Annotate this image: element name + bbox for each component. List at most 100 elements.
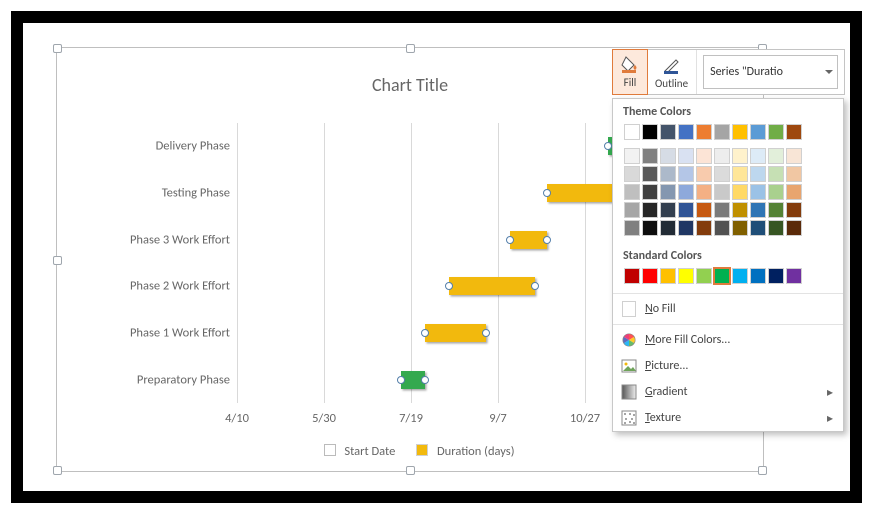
color-swatch[interactable] <box>714 184 730 200</box>
series-selection-handle[interactable] <box>506 236 514 244</box>
series-selection-handle[interactable] <box>543 189 551 197</box>
color-swatch[interactable] <box>624 202 640 218</box>
color-swatch[interactable] <box>732 202 748 218</box>
series-selection-handle[interactable] <box>445 282 453 290</box>
color-swatch[interactable] <box>714 268 730 284</box>
color-swatch[interactable] <box>714 202 730 218</box>
color-swatch[interactable] <box>786 184 802 200</box>
series-selection-handle[interactable] <box>397 376 405 384</box>
fill-button[interactable]: Fill <box>612 49 648 95</box>
color-swatch[interactable] <box>678 220 694 236</box>
more-fill-colors-menuitem[interactable]: More Fill Colors... <box>613 327 843 353</box>
color-swatch[interactable] <box>624 124 640 140</box>
color-swatch[interactable] <box>786 220 802 236</box>
color-swatch[interactable] <box>624 268 640 284</box>
series-selection-handle[interactable] <box>421 376 429 384</box>
resize-handle[interactable] <box>406 44 415 53</box>
color-swatch[interactable] <box>696 268 712 284</box>
color-swatch[interactable] <box>642 166 658 182</box>
series-selection-handle[interactable] <box>543 236 551 244</box>
color-swatch[interactable] <box>786 268 802 284</box>
color-swatch[interactable] <box>732 166 748 182</box>
color-swatch[interactable] <box>750 124 766 140</box>
color-swatch[interactable] <box>660 184 676 200</box>
color-swatch[interactable] <box>678 148 694 164</box>
series-selection-handle[interactable] <box>531 282 539 290</box>
color-swatch[interactable] <box>696 166 712 182</box>
color-swatch[interactable] <box>714 148 730 164</box>
data-bar[interactable] <box>510 231 547 249</box>
color-swatch[interactable] <box>786 202 802 218</box>
series-selection-handle[interactable] <box>482 329 490 337</box>
color-swatch[interactable] <box>660 220 676 236</box>
color-swatch[interactable] <box>750 220 766 236</box>
color-swatch[interactable] <box>696 124 712 140</box>
picture-fill-menuitem[interactable]: Picture... <box>613 353 843 379</box>
color-swatch[interactable] <box>678 184 694 200</box>
color-swatch[interactable] <box>660 202 676 218</box>
color-swatch[interactable] <box>768 220 784 236</box>
color-swatch[interactable] <box>678 268 694 284</box>
color-swatch[interactable] <box>768 166 784 182</box>
color-swatch[interactable] <box>696 220 712 236</box>
resize-handle[interactable] <box>53 256 62 265</box>
outline-button[interactable]: Outline <box>647 50 697 94</box>
color-swatch[interactable] <box>714 124 730 140</box>
color-swatch[interactable] <box>768 148 784 164</box>
color-swatch[interactable] <box>732 184 748 200</box>
color-swatch[interactable] <box>642 220 658 236</box>
color-swatch[interactable] <box>732 148 748 164</box>
color-swatch[interactable] <box>696 148 712 164</box>
color-swatch[interactable] <box>750 202 766 218</box>
series-selection-handle[interactable] <box>421 329 429 337</box>
no-fill-menuitem[interactable]: No Fill <box>613 296 843 322</box>
color-swatch[interactable] <box>768 268 784 284</box>
color-swatch[interactable] <box>750 184 766 200</box>
color-swatch[interactable] <box>732 268 748 284</box>
chart-legend[interactable]: Start Date Duration (days) <box>57 444 763 459</box>
color-swatch[interactable] <box>768 124 784 140</box>
data-bar[interactable] <box>547 184 620 202</box>
color-swatch[interactable] <box>624 220 640 236</box>
color-swatch[interactable] <box>642 184 658 200</box>
resize-handle[interactable] <box>758 466 767 475</box>
color-swatch[interactable] <box>642 148 658 164</box>
color-swatch[interactable] <box>642 268 658 284</box>
chart-element-selector[interactable]: Series "Duratio <box>703 55 838 89</box>
color-swatch[interactable] <box>750 148 766 164</box>
color-swatch[interactable] <box>714 166 730 182</box>
color-swatch[interactable] <box>678 202 694 218</box>
color-swatch[interactable] <box>642 124 658 140</box>
color-swatch[interactable] <box>732 124 748 140</box>
resize-handle[interactable] <box>53 44 62 53</box>
color-swatch[interactable] <box>660 166 676 182</box>
color-swatch[interactable] <box>768 202 784 218</box>
color-swatch[interactable] <box>660 268 676 284</box>
color-swatch[interactable] <box>696 184 712 200</box>
color-swatch[interactable] <box>642 202 658 218</box>
gradient-fill-menuitem[interactable]: Gradient ▸ <box>613 379 843 405</box>
color-swatch[interactable] <box>750 268 766 284</box>
color-swatch[interactable] <box>696 202 712 218</box>
color-swatch[interactable] <box>732 220 748 236</box>
color-swatch[interactable] <box>660 124 676 140</box>
color-swatch[interactable] <box>624 166 640 182</box>
resize-handle[interactable] <box>406 466 415 475</box>
data-bar[interactable] <box>425 324 486 342</box>
color-swatch[interactable] <box>714 220 730 236</box>
color-swatch[interactable] <box>660 148 676 164</box>
color-swatch[interactable] <box>786 166 802 182</box>
color-swatch[interactable] <box>786 148 802 164</box>
color-swatch[interactable] <box>678 124 694 140</box>
texture-fill-menuitem[interactable]: Texture ▸ <box>613 405 843 431</box>
color-swatch[interactable] <box>678 166 694 182</box>
resize-handle[interactable] <box>53 466 62 475</box>
data-bar[interactable] <box>449 277 534 295</box>
color-swatch[interactable] <box>786 124 802 140</box>
color-swatch[interactable] <box>750 166 766 182</box>
color-swatch[interactable] <box>624 148 640 164</box>
color-swatch[interactable] <box>624 184 640 200</box>
color-swatch[interactable] <box>768 184 784 200</box>
series-selection-handle[interactable] <box>604 142 612 150</box>
plot-area[interactable]: 4/105/307/199/710/27Delivery PhaseTestin… <box>237 123 672 403</box>
